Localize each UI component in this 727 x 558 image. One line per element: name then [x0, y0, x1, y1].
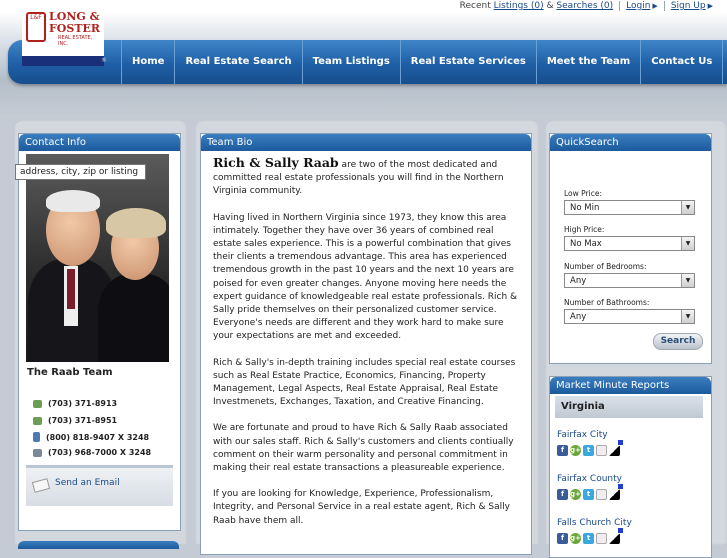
low-price-select[interactable]: No Min ▼ — [564, 200, 695, 215]
nav-menu: Home Real Estate Search Team Listings Re… — [121, 40, 724, 84]
bedrooms-select[interactable]: Any ▼ — [564, 273, 695, 288]
recent-label: Recent — [459, 1, 491, 11]
bathrooms-label: Number of Bathrooms: — [564, 298, 650, 307]
bio-paragraph: Rich & Sally's in-depth training include… — [213, 357, 516, 408]
recent-searches-link[interactable]: Searches (0) — [556, 1, 613, 11]
twitter-icon[interactable]: t — [583, 489, 594, 500]
delicious-icon[interactable] — [609, 440, 623, 456]
city-link[interactable]: Fairfax City — [557, 430, 608, 440]
digg-icon[interactable] — [596, 445, 607, 456]
person-silhouette — [98, 274, 169, 362]
bio-paragraph: We are fortunate and proud to have Rich … — [213, 423, 514, 474]
bio-paragraph: Having lived in Northern Virginia since … — [213, 212, 518, 342]
fax-icon — [33, 448, 42, 457]
city-link[interactable]: Falls Church City — [557, 518, 632, 528]
person-hair — [46, 190, 100, 212]
delicious-icon[interactable] — [609, 528, 623, 544]
dropdown-arrow-icon: ▼ — [681, 310, 694, 323]
phone-row: (703) 371-8913 — [33, 399, 117, 408]
phone-number: (703) 371-8951 — [48, 416, 118, 425]
phone-icon — [33, 399, 42, 408]
contact-info-panel: Contact Info The Raab Team (703) 371-891… — [18, 133, 181, 531]
team-name: The Raab Team — [27, 367, 113, 378]
google-plus-icon[interactable]: g+ — [570, 489, 581, 500]
share-icons: f g+ t — [557, 484, 623, 500]
login-link[interactable]: Login — [626, 1, 650, 11]
divider — [619, 1, 621, 11]
send-email-link[interactable]: Send an Email — [55, 478, 120, 488]
quicksearch-input[interactable] — [15, 164, 146, 180]
high-price-label: High Price: — [564, 225, 605, 234]
high-price-value: No Max — [570, 239, 602, 249]
team-bio-panel: Team Bio Rich & Sally Raab are two of th… — [200, 133, 532, 555]
person-hair — [106, 208, 166, 238]
quicksearch-title: QuickSearch — [550, 134, 711, 151]
nav-real-estate-search[interactable]: Real Estate Search — [174, 40, 301, 84]
nav-team-listings[interactable]: Team Listings — [301, 40, 400, 84]
nav-home[interactable]: Home — [121, 40, 174, 84]
bio-paragraph: If you are looking for Knowledge, Experi… — [213, 489, 510, 526]
search-button[interactable]: Search — [653, 333, 703, 350]
google-plus-icon[interactable]: g+ — [570, 533, 581, 544]
envelope-icon — [31, 478, 51, 493]
recent-listings-link[interactable]: Listings (0) — [494, 1, 544, 11]
team-bio-title: Team Bio — [201, 134, 531, 151]
top-links: Recent Listings (0) & Searches (0) Login… — [460, 0, 713, 12]
phone-icon — [33, 416, 42, 425]
dropdown-arrow-icon: ▼ — [681, 201, 694, 214]
dropdown-arrow-icon: ▼ — [681, 274, 694, 287]
bio-text: Rich & Sally Raab are two of the most de… — [213, 156, 519, 541]
phone-number: (703) 968-7000 X 3248 — [48, 448, 152, 457]
bedrooms-label: Number of Bedrooms: — [564, 262, 647, 271]
nav-real-estate-services[interactable]: Real Estate Services — [399, 40, 536, 84]
logo-line-3: REAL ESTATE, INC. — [58, 35, 93, 47]
registered-mark: ® — [101, 57, 107, 64]
high-price-select[interactable]: No Max ▼ — [564, 236, 695, 251]
arrow-right-icon: ▶ — [652, 2, 658, 10]
signup-link[interactable]: Sign Up — [671, 1, 706, 11]
bio-team-name: Rich & Sally Raab — [213, 155, 339, 170]
city-link[interactable]: Fairfax County — [557, 474, 622, 484]
facebook-icon[interactable]: f — [557, 445, 568, 456]
share-icons: f g+ t — [557, 440, 623, 456]
dropdown-arrow-icon: ▼ — [681, 237, 694, 250]
nav-contact-us[interactable]: Contact Us — [640, 40, 724, 84]
delicious-icon[interactable] — [609, 484, 623, 500]
email-box: Send an Email — [26, 465, 173, 506]
twitter-icon[interactable]: t — [583, 445, 594, 456]
ampersand: & — [546, 1, 554, 11]
bathrooms-select[interactable]: Any ▼ — [564, 309, 695, 324]
divider — [663, 1, 665, 11]
phone-number: (703) 371-8913 — [48, 399, 118, 408]
low-price-label: Low Price: — [564, 189, 602, 198]
logo-seal-icon: L&F — [26, 12, 46, 42]
team-photo — [26, 154, 169, 362]
bathrooms-value: Any — [570, 312, 587, 322]
arrow-right-icon: ▶ — [707, 2, 713, 10]
bedrooms-value: Any — [570, 276, 587, 286]
low-price-value: No Min — [570, 203, 600, 213]
market-minute-panel: Market Minute Reports Virginia Fairfax C… — [549, 376, 712, 558]
phone-number: (800) 818-9407 X 3248 — [46, 432, 150, 442]
cell-phone-icon — [33, 432, 40, 442]
next-panel-header — [18, 541, 179, 549]
phone-row: (703) 968-7000 X 3248 — [33, 448, 151, 457]
digg-icon[interactable] — [596, 489, 607, 500]
phone-row: (703) 371-8951 — [33, 416, 117, 425]
logo-line-2: FOSTER — [49, 22, 101, 35]
share-icons: f g+ t — [557, 528, 623, 544]
twitter-icon[interactable]: t — [583, 533, 594, 544]
phone-row: (800) 818-9407 X 3248 — [33, 432, 149, 442]
google-plus-icon[interactable]: g+ — [570, 445, 581, 456]
tie-shape — [67, 269, 75, 309]
long-foster-logo[interactable]: L&F LONG & FOSTER REAL ESTATE, INC. — [22, 8, 104, 66]
digg-icon[interactable] — [596, 533, 607, 544]
facebook-icon[interactable]: f — [557, 489, 568, 500]
state-header: Virginia — [555, 396, 703, 418]
contact-info-title: Contact Info — [19, 134, 180, 151]
nav-meet-the-team[interactable]: Meet the Team — [535, 40, 640, 84]
market-minute-title: Market Minute Reports — [550, 377, 711, 394]
facebook-icon[interactable]: f — [557, 533, 568, 544]
